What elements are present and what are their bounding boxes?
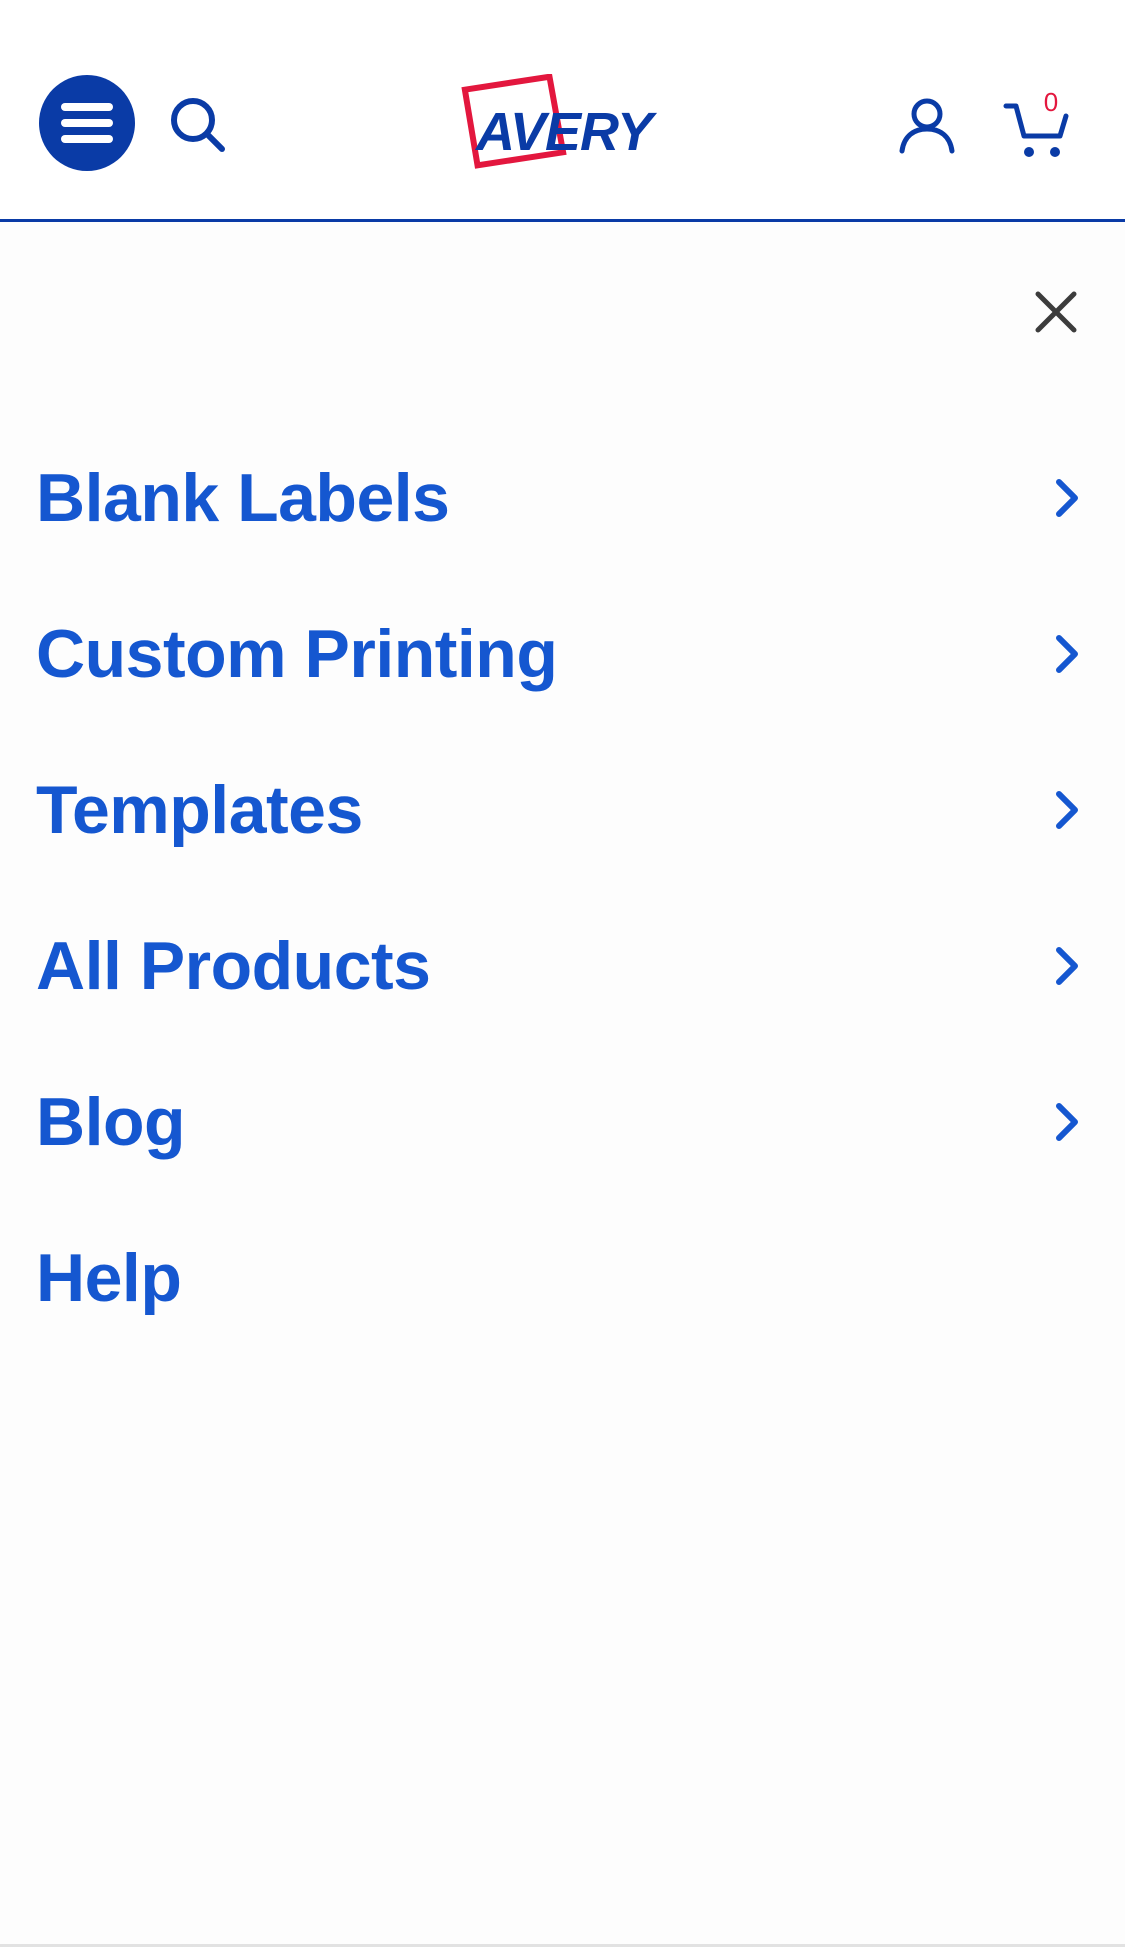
menu-button[interactable] <box>39 75 135 171</box>
nav-item-all-products[interactable]: All Products <box>0 888 1125 1044</box>
hamburger-icon <box>61 103 113 143</box>
close-icon <box>1035 291 1077 333</box>
nav-item-help[interactable]: Help <box>0 1200 1125 1356</box>
nav-item-templates[interactable]: Templates <box>0 732 1125 888</box>
chevron-right-icon <box>1056 479 1078 517</box>
main-nav-menu: Blank Labels Custom Printing Templates A… <box>0 420 1125 1356</box>
user-icon <box>899 98 955 154</box>
cart-button[interactable]: 0 <box>1002 88 1084 160</box>
close-menu-button[interactable] <box>1030 286 1082 338</box>
chevron-right-icon <box>1056 947 1078 985</box>
account-button[interactable] <box>896 94 958 156</box>
nav-item-label: Blog <box>36 1084 186 1160</box>
chevron-right-icon <box>1056 635 1078 673</box>
nav-item-label: Help <box>36 1240 182 1316</box>
chevron-right-icon <box>1056 1103 1078 1141</box>
search-button[interactable] <box>165 92 231 158</box>
page: AVERY 0 Blank Labels Custom Printing Tem… <box>0 0 1125 1947</box>
nav-item-label: All Products <box>36 928 431 1004</box>
nav-item-custom-printing[interactable]: Custom Printing <box>0 576 1125 732</box>
nav-item-blog[interactable]: Blog <box>0 1044 1125 1200</box>
nav-item-label: Custom Printing <box>36 616 558 692</box>
nav-item-label: Templates <box>36 772 363 848</box>
chevron-right-icon <box>1056 791 1078 829</box>
logo-text: AVERY <box>474 102 658 162</box>
search-icon <box>171 98 225 152</box>
cart-icon <box>1003 103 1069 157</box>
avery-logo[interactable]: AVERY <box>448 73 680 182</box>
nav-item-label: Blank Labels <box>36 460 450 536</box>
site-header: AVERY 0 <box>0 0 1125 222</box>
nav-item-blank-labels[interactable]: Blank Labels <box>0 420 1125 576</box>
